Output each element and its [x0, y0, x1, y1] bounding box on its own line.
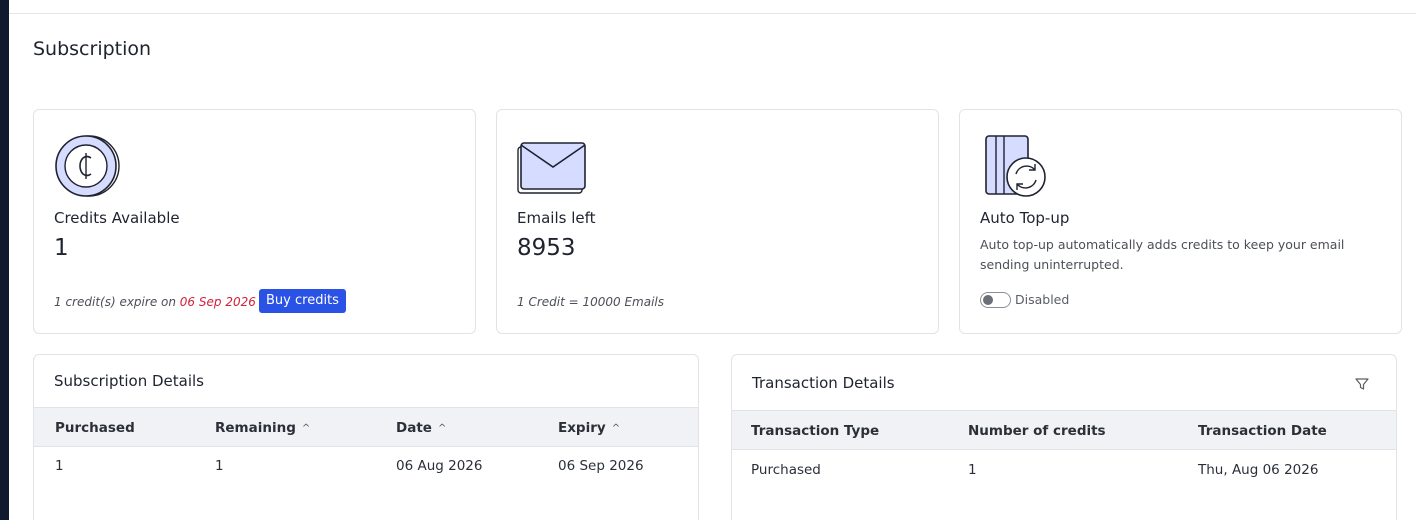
- sort-asc-icon[interactable]: ^: [302, 423, 310, 434]
- envelope-icon: [517, 133, 587, 197]
- cell-expiry: 06 Sep 2026: [558, 458, 644, 474]
- transaction-details-panel: Transaction Details Transaction Type Num…: [731, 354, 1397, 520]
- subscription-details-title: Subscription Details: [54, 372, 204, 390]
- column-header-expiry[interactable]: Expiry ^: [558, 420, 620, 436]
- top-bar: [9, 0, 1416, 14]
- column-header-purchased: Purchased: [55, 420, 135, 436]
- auto-topup-label: Auto Top-up: [980, 209, 1070, 227]
- expiry-date: 06 Sep 2026: [179, 295, 256, 309]
- column-header-number-of-credits: Number of credits: [968, 423, 1106, 439]
- column-header-transaction-type: Transaction Type: [751, 423, 880, 439]
- sort-asc-icon[interactable]: ^: [438, 423, 446, 434]
- transaction-table-header: Transaction Type Number of credits Trans…: [732, 410, 1396, 450]
- subscription-details-panel: Subscription Details Purchased Remaining…: [33, 354, 699, 520]
- credits-available-value: 1: [54, 235, 69, 261]
- left-nav-rail: [0, 0, 9, 520]
- page-title: Subscription: [33, 38, 152, 60]
- column-header-transaction-date: Transaction Date: [1198, 423, 1327, 439]
- cell-number-of-credits: 1: [968, 462, 977, 478]
- transaction-details-title: Transaction Details: [752, 374, 895, 392]
- credits-available-label: Credits Available: [54, 209, 180, 227]
- emails-left-value: 8953: [517, 235, 576, 261]
- toggle-knob: [983, 295, 993, 305]
- subscription-table-header: Purchased Remaining ^ Date ^ Expiry ^: [34, 407, 698, 447]
- auto-topup-status: Disabled: [1015, 292, 1070, 307]
- column-header-remaining[interactable]: Remaining ^: [215, 420, 310, 436]
- credits-available-card: Credits Available 1 1 credit(s) expire o…: [33, 109, 476, 334]
- credits-expiry-note: 1 credit(s) expire on 06 Sep 2026: [54, 295, 256, 309]
- emails-left-label: Emails left: [517, 209, 596, 227]
- cell-transaction-date: Thu, Aug 06 2026: [1198, 462, 1319, 478]
- column-header-date[interactable]: Date ^: [396, 420, 446, 436]
- auto-topup-card: Auto Top-up Auto top-up automatically ad…: [959, 109, 1402, 334]
- card-refresh-icon: [980, 133, 1050, 197]
- cell-purchased: 1: [55, 458, 64, 474]
- filter-icon[interactable]: [1354, 376, 1370, 392]
- coin-icon: [54, 133, 124, 197]
- emails-left-card: Emails left 8953 1 Credit = 10000 Emails: [496, 109, 939, 334]
- cell-date: 06 Aug 2026: [396, 458, 483, 474]
- auto-topup-description: Auto top-up automatically adds credits t…: [980, 237, 1345, 272]
- expiry-prefix: 1 credit(s) expire on: [54, 295, 176, 309]
- sort-asc-icon[interactable]: ^: [612, 423, 620, 434]
- credit-conversion-note: 1 Credit = 10000 Emails: [517, 295, 665, 309]
- auto-topup-toggle[interactable]: [980, 292, 1011, 308]
- buy-credits-button[interactable]: Buy credits: [259, 289, 346, 313]
- cell-transaction-type: Purchased: [751, 462, 821, 478]
- cell-remaining: 1: [215, 458, 224, 474]
